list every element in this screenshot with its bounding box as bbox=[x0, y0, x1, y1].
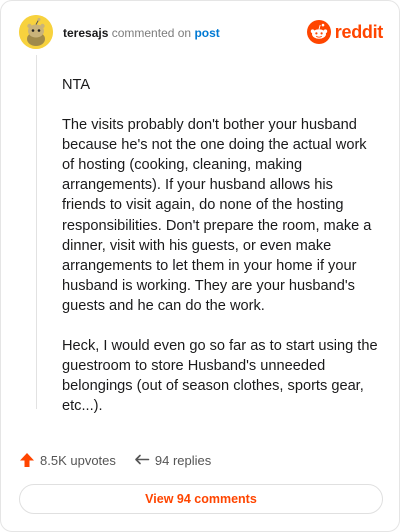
action-text: commented on bbox=[111, 26, 192, 40]
view-comments-button[interactable]: View 94 comments bbox=[19, 484, 383, 514]
replies-button[interactable]: 94 replies bbox=[134, 452, 211, 468]
upvote-arrow-icon bbox=[20, 453, 34, 467]
reply-arrow-icon bbox=[135, 454, 150, 465]
reddit-logo-icon bbox=[306, 20, 331, 44]
comment-paragraph: Heck, I would even go so far as to start… bbox=[62, 338, 378, 415]
username-link[interactable]: teresajs bbox=[63, 26, 108, 40]
comment-header: teresajs commented on post reddit bbox=[19, 15, 383, 51]
comment-body: NTA The visits probably don't bother you… bbox=[62, 75, 380, 436]
comment-meta: teresajs commented on post bbox=[63, 25, 220, 41]
reply-count: 94 replies bbox=[154, 452, 212, 468]
comment-card: teresajs commented on post reddit NTA Th… bbox=[0, 0, 400, 532]
thread-line[interactable] bbox=[36, 55, 37, 409]
comment-actions: 8.5K upvotes 94 replies bbox=[19, 450, 211, 470]
upvote-count: 8.5K upvotes bbox=[40, 452, 116, 468]
avatar-icon[interactable] bbox=[19, 15, 53, 49]
post-link[interactable]: post bbox=[194, 26, 219, 40]
reddit-logo[interactable]: reddit bbox=[306, 19, 384, 45]
reddit-wordmark: reddit bbox=[334, 21, 384, 42]
comment-paragraph: The visits probably don't bother your hu… bbox=[62, 117, 372, 314]
upvote-button[interactable]: 8.5K upvotes bbox=[19, 452, 116, 468]
comment-paragraph: NTA bbox=[62, 77, 91, 93]
